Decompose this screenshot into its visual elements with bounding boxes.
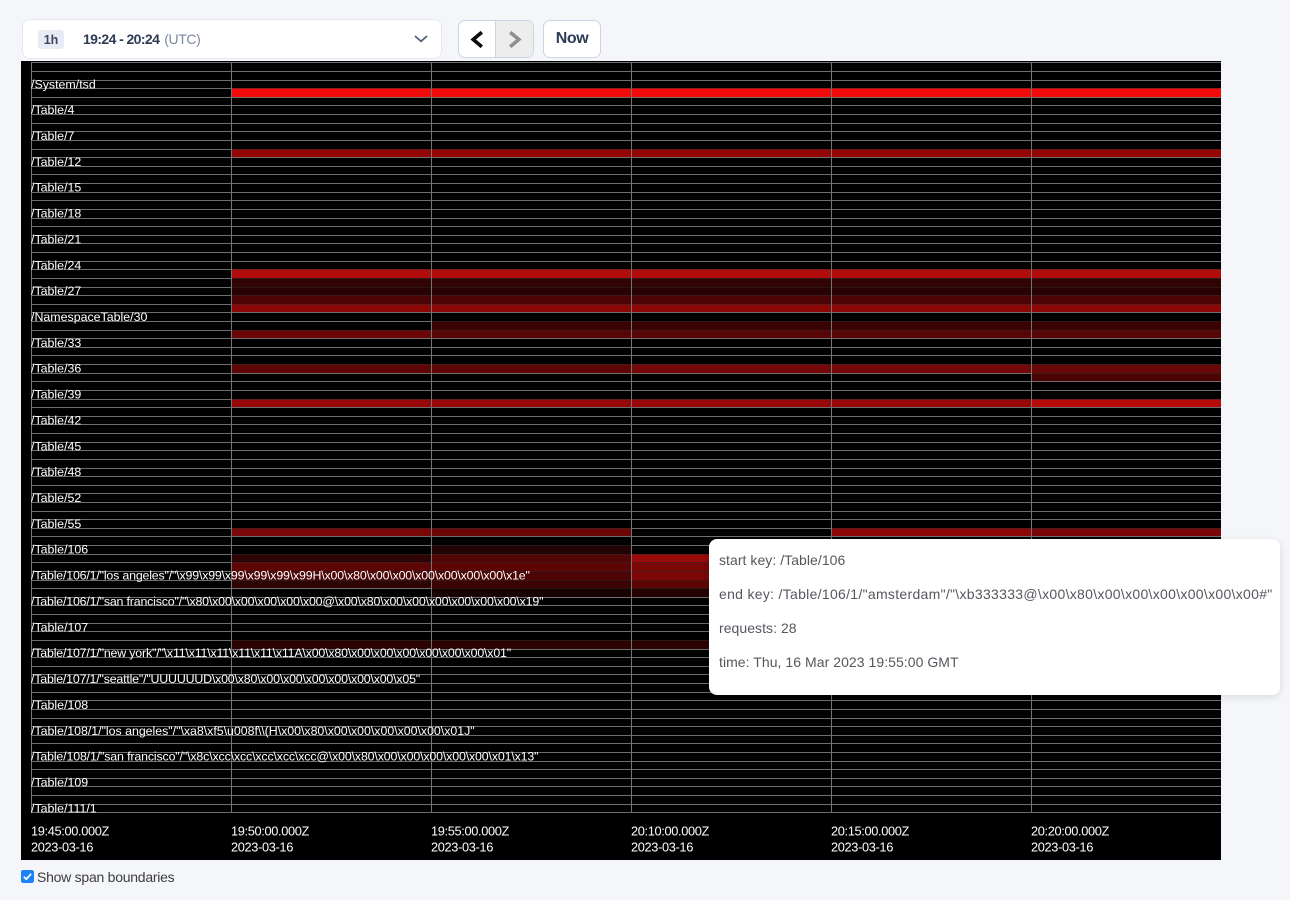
svg-text:/Table/107/1/"seattle"/"UUUUUU: /Table/107/1/"seattle"/"UUUUUUD\x00\x80\… bbox=[31, 672, 420, 686]
svg-text:/Table/48: /Table/48 bbox=[31, 465, 81, 479]
svg-text:/Table/106/1/"san francisco"/": /Table/106/1/"san francisco"/"\x80\x00\x… bbox=[31, 594, 543, 608]
svg-text:/Table/12: /Table/12 bbox=[31, 155, 81, 169]
svg-text:/Table/106: /Table/106 bbox=[31, 543, 88, 557]
svg-text:20:20:00.000Z: 20:20:00.000Z bbox=[1031, 824, 1110, 839]
svg-text:/Table/107: /Table/107 bbox=[31, 620, 88, 634]
svg-text:19:45:00.000Z: 19:45:00.000Z bbox=[31, 824, 110, 839]
svg-text:/Table/45: /Table/45 bbox=[31, 439, 81, 453]
svg-text:/Table/108/1/"san francisco"/": /Table/108/1/"san francisco"/"\x8c\xcc\x… bbox=[31, 750, 538, 764]
svg-text:/Table/52: /Table/52 bbox=[31, 491, 81, 505]
svg-text:/Table/107/1/"new york"/"\x11\: /Table/107/1/"new york"/"\x11\x11\x11\x1… bbox=[31, 646, 511, 660]
svg-text:/Table/55: /Table/55 bbox=[31, 517, 81, 531]
svg-text:/Table/18: /Table/18 bbox=[31, 207, 81, 221]
svg-text:/Table/39: /Table/39 bbox=[31, 388, 81, 402]
svg-text:/Table/109: /Table/109 bbox=[31, 775, 88, 789]
svg-text:2023-03-16: 2023-03-16 bbox=[831, 839, 893, 854]
svg-text:/Table/106/1/"los angeles"/"\x: /Table/106/1/"los angeles"/"\x99\x99\x99… bbox=[31, 569, 530, 583]
svg-text:/NamespaceTable/30: /NamespaceTable/30 bbox=[31, 310, 148, 324]
svg-text:/Table/27: /Table/27 bbox=[31, 284, 81, 298]
svg-text:19:50:00.000Z: 19:50:00.000Z bbox=[231, 824, 310, 839]
svg-text:/Table/108/1/"los angeles"/"\x: /Table/108/1/"los angeles"/"\xa8\xf5\u00… bbox=[31, 724, 475, 738]
svg-text:2023-03-16: 2023-03-16 bbox=[631, 839, 693, 854]
svg-text:/Table/21: /Table/21 bbox=[31, 232, 81, 246]
svg-text:/Table/33: /Table/33 bbox=[31, 336, 81, 350]
svg-text:/Table/7: /Table/7 bbox=[31, 129, 75, 143]
svg-text:20:10:00.000Z: 20:10:00.000Z bbox=[631, 824, 710, 839]
svg-text:2023-03-16: 2023-03-16 bbox=[1031, 839, 1093, 854]
svg-text:2023-03-16: 2023-03-16 bbox=[31, 839, 93, 854]
svg-text:/System/tsd: /System/tsd bbox=[31, 77, 96, 91]
svg-text:/Table/15: /Table/15 bbox=[31, 181, 81, 195]
svg-text:19:55:00.000Z: 19:55:00.000Z bbox=[431, 824, 510, 839]
svg-text:/Table/108: /Table/108 bbox=[31, 698, 88, 712]
svg-text:/Table/24: /Table/24 bbox=[31, 258, 81, 272]
svg-text:/Table/4: /Table/4 bbox=[31, 103, 75, 117]
svg-text:/Table/111/1: /Table/111/1 bbox=[31, 801, 97, 815]
svg-text:2023-03-16: 2023-03-16 bbox=[431, 839, 493, 854]
svg-text:/Table/42: /Table/42 bbox=[31, 413, 81, 427]
svg-text:/Table/36: /Table/36 bbox=[31, 362, 81, 376]
svg-text:20:15:00.000Z: 20:15:00.000Z bbox=[831, 824, 910, 839]
svg-text:2023-03-16: 2023-03-16 bbox=[231, 839, 293, 854]
